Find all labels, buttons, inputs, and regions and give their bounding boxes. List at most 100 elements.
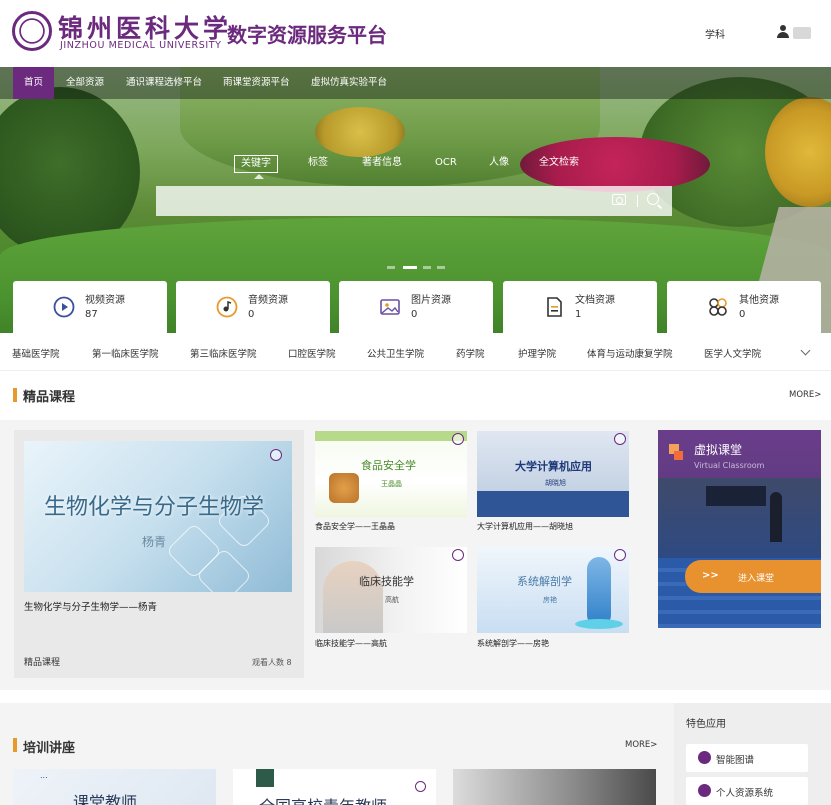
course-thumb-computer[interactable]: 大学计算机应用 胡晓旭 [477, 431, 629, 517]
college-medical-humanities[interactable]: 医学人文学院 [704, 346, 761, 360]
resource-card-image[interactable]: 图片资源 0 [339, 281, 493, 333]
featured-course-views: 观看人数 8 [252, 658, 292, 667]
course-badge-icon [614, 549, 626, 561]
training-card-title: 课堂教师 [73, 793, 138, 805]
page: 锦州医科大学 JINZHOU MEDICAL UNIVERSITY 数字资源服务… [0, 0, 831, 805]
virtual-classroom-title: 虚拟课堂 [694, 443, 743, 457]
section-title-training: 培训讲座 [23, 741, 76, 756]
resource-count: 87 [85, 309, 98, 320]
section-marker [13, 738, 17, 752]
featured-image-subtitle: 杨青 [142, 535, 167, 549]
thumb-title: 临床技能学 [359, 575, 414, 588]
resource-count: 1 [575, 309, 582, 320]
college-nursing[interactable]: 护理学院 [518, 346, 556, 360]
graph-icon [698, 751, 711, 764]
thumb-title: 系统解剖学 [517, 575, 572, 588]
image-icon [380, 299, 400, 315]
thumb-subtitle: 王晶晶 [381, 480, 402, 488]
thumb-title: 食品安全学 [361, 459, 416, 472]
featured-course-image[interactable]: 生物化学与分子生物学 杨青 [24, 441, 292, 592]
resource-count: 0 [739, 309, 746, 320]
search-tab-tag[interactable]: 标签 [302, 155, 334, 173]
college-bar: 基础医学院 第一临床医学院 第三临床医学院 口腔医学院 公共卫生学院 药学院 护… [0, 333, 831, 371]
resource-label: 文档资源 [575, 295, 615, 306]
camera-icon[interactable] [612, 194, 626, 205]
thumb-title: 大学计算机应用 [515, 460, 592, 473]
course-thumb-anatomy[interactable]: 系统解剖学 房艳 [477, 547, 629, 633]
enter-classroom-label: 进入课堂 [738, 574, 775, 584]
user-name[interactable] [793, 27, 811, 39]
featured-image-title: 生物化学与分子生物学 [44, 495, 265, 520]
app-personal-resources[interactable]: 个人资源系统 [686, 777, 808, 805]
training-card-title: 全国高校青年教师 [259, 793, 387, 805]
grid-icon [709, 298, 727, 316]
training-card[interactable]: ... 课堂教师 [13, 769, 216, 805]
carousel-dot-active[interactable] [403, 266, 417, 269]
featured-course-caption[interactable]: 生物化学与分子生物学——杨青 [24, 599, 157, 613]
training-card[interactable] [453, 769, 656, 805]
resource-card-audio[interactable]: 音频资源 0 [176, 281, 330, 333]
college-stomatology[interactable]: 口腔医学院 [288, 346, 336, 360]
resource-label: 图片资源 [411, 295, 451, 306]
course-caption[interactable]: 大学计算机应用——胡晓旭 [477, 521, 573, 532]
virtual-classroom-card[interactable]: 虚拟课堂 Virtual Classroom [658, 430, 821, 628]
section-marker [13, 388, 17, 402]
app-label: 个人资源系统 [716, 788, 774, 799]
search-tab-author[interactable]: 著者信息 [356, 155, 408, 173]
resource-count: 0 [248, 309, 255, 320]
college-sports-rehab[interactable]: 体育与运动康复学院 [587, 346, 673, 360]
resource-label: 其他资源 [739, 295, 779, 306]
chevron-down-icon[interactable] [800, 345, 811, 356]
virtual-classroom-subtitle: Virtual Classroom [694, 461, 765, 470]
resource-label: 音频资源 [248, 295, 288, 306]
resource-card-other[interactable]: 其他资源 0 [667, 281, 821, 333]
featured-apps-title: 特色应用 [686, 719, 726, 730]
double-arrow-icon: >> [702, 570, 719, 581]
course-badge-icon [452, 433, 464, 445]
resource-card-document[interactable]: 文档资源 1 [503, 281, 657, 333]
user-icon[interactable] [777, 25, 789, 38]
search-tab-keyword[interactable]: 关键字 [234, 155, 278, 173]
thumb-subtitle: 房艳 [543, 596, 557, 604]
training-card[interactable]: 全国高校青年教师 [233, 769, 436, 805]
search-icon[interactable] [647, 193, 659, 205]
training-more-link[interactable]: MORE> [625, 740, 657, 750]
resource-label: 视频资源 [85, 295, 125, 306]
subject-link[interactable]: 学科 [705, 26, 725, 41]
training-card-label: ... [40, 771, 48, 780]
course-caption[interactable]: 系统解剖学——房艳 [477, 638, 549, 649]
course-caption[interactable]: 临床技能学——高航 [315, 638, 387, 649]
college-third-clinical[interactable]: 第三临床医学院 [190, 346, 257, 360]
nav-item-virtual-lab[interactable]: 虚拟仿真实验平台 [311, 67, 387, 99]
nav-item-general-courses[interactable]: 通识课程选修平台 [126, 67, 202, 99]
carousel-dot[interactable] [423, 266, 431, 269]
course-thumb-food-safety[interactable]: 食品安全学 王晶晶 [315, 431, 467, 517]
search-input[interactable] [156, 186, 672, 216]
person-icon [698, 784, 711, 797]
thumb-subtitle: 胡晓旭 [545, 479, 566, 487]
nav-item-all-resources[interactable]: 全部资源 [66, 67, 104, 99]
college-basic-medicine[interactable]: 基础医学院 [12, 346, 60, 360]
college-pharmacy[interactable]: 药学院 [456, 346, 485, 360]
header: 锦州医科大学 JINZHOU MEDICAL UNIVERSITY 数字资源服务… [0, 0, 831, 67]
course-thumb-clinical-skills[interactable]: 临床技能学 高航 [315, 547, 467, 633]
search-tab-fulltext[interactable]: 全文检索 [533, 155, 585, 173]
course-caption[interactable]: 食品安全学——王晶晶 [315, 521, 395, 532]
search-tab-caret [254, 174, 264, 179]
app-smart-graph[interactable]: 智能图谱 [686, 744, 808, 772]
course-badge-icon [452, 549, 464, 561]
music-note-icon [216, 296, 238, 318]
courses-more-link[interactable]: MORE> [789, 390, 821, 400]
nav-item-home[interactable]: 首页 [13, 67, 55, 99]
course-badge-icon [614, 433, 626, 445]
resource-card-video[interactable]: 视频资源 87 [13, 281, 167, 333]
carousel-dot[interactable] [387, 266, 395, 269]
carousel-dot[interactable] [437, 266, 445, 269]
search-tab-portrait[interactable]: 人像 [483, 155, 515, 173]
college-public-health[interactable]: 公共卫生学院 [367, 346, 424, 360]
search-tab-ocr[interactable]: OCR [429, 155, 463, 173]
resource-count: 0 [411, 309, 418, 320]
college-first-clinical[interactable]: 第一临床医学院 [92, 346, 159, 360]
nav-item-rain-classroom[interactable]: 雨课堂资源平台 [223, 67, 290, 99]
university-emblem-icon[interactable] [12, 11, 52, 51]
